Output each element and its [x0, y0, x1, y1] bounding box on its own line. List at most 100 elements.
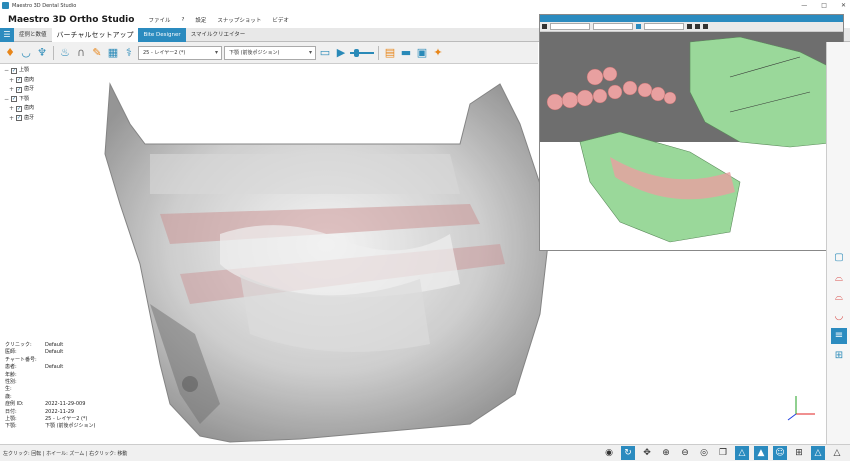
overlay-title-bar[interactable] [540, 15, 843, 22]
tree-item-lower-teeth[interactable]: + ✓ 歯牙 [4, 114, 34, 124]
arch-icon[interactable]: ◡ [19, 46, 33, 60]
copy-icon[interactable]: ❐ [716, 446, 730, 460]
playback-slider[interactable] [350, 48, 374, 57]
tree-label: 下顎 [19, 95, 30, 102]
overlay-tool-icon[interactable] [695, 24, 700, 29]
eye-icon[interactable]: ◉ [602, 446, 616, 460]
tree-item-lower-gum[interactable]: + ✓ 歯肉 [4, 104, 34, 114]
zoom-in-icon[interactable]: ⊕ [659, 446, 673, 460]
tab-virtual-setup[interactable]: バーチャルセットアップ [51, 27, 139, 42]
gum-icon[interactable]: ♨ [58, 46, 72, 60]
curve-icon[interactable]: ∩ [74, 46, 88, 60]
info-value: 2022-11-29-009 [45, 401, 86, 408]
maximize-icon[interactable]: □ [821, 0, 827, 11]
tab-bite-designer[interactable]: Bite Designer [138, 27, 186, 42]
tree-label: 歯肉 [24, 76, 35, 83]
menu-file[interactable]: ファイル [148, 16, 170, 24]
info-label: 日付: [5, 408, 17, 415]
checkbox[interactable]: ✓ [16, 86, 22, 93]
checkbox[interactable]: ✓ [11, 96, 17, 103]
tree-item-upper-gum[interactable]: + ✓ 歯肉 [4, 76, 34, 86]
view-tool-icon[interactable]: ▢ [831, 250, 847, 266]
grid-view-icon[interactable]: ⊞ [831, 348, 847, 364]
menu-help[interactable]: ? [181, 17, 184, 23]
tab-smile-creator[interactable]: スマイルクリエイター [186, 28, 251, 42]
info-label: 下顎: [5, 423, 17, 430]
layers-icon[interactable]: ▣ [415, 46, 429, 60]
info-label: 年齢: [5, 371, 17, 378]
minimize-icon[interactable]: — [801, 0, 807, 11]
pdf-icon[interactable]: ▤ [383, 46, 397, 60]
info-value: 下顎 (前後ポジション) [45, 423, 96, 430]
app-icon [2, 2, 9, 9]
hamburger-menu-icon[interactable]: ☰ [0, 27, 14, 42]
tree-item-upper[interactable]: − ✓ 上顎 [4, 66, 34, 76]
monitor-icon[interactable]: ▬ [399, 46, 413, 60]
grid-icon[interactable]: ▦ [106, 46, 120, 60]
app-brand: Maestro 3D Ortho Studio [8, 14, 135, 25]
axis-gizmo [787, 396, 815, 421]
window-title: Maestro 3D Dental Studio [12, 2, 77, 9]
info-label: 医師: [5, 349, 17, 356]
overlay-tool-icon[interactable] [687, 24, 692, 29]
expand-icon[interactable]: + [9, 76, 14, 86]
upper-jaw-icon[interactable]: ⌓ [831, 271, 847, 287]
grid-toggle-icon[interactable]: ⊞ [792, 446, 806, 460]
collapse-icon[interactable]: − [4, 95, 9, 105]
tree-label: 上顎 [19, 67, 30, 73]
pencil-icon[interactable]: ✎ [90, 46, 104, 60]
info-value: Default [45, 342, 64, 348]
info-label: 症例 ID: [5, 401, 24, 408]
view-profile-icon[interactable]: ☺ [773, 446, 787, 460]
overlay-select[interactable] [550, 23, 590, 30]
collapse-icon[interactable]: − [4, 66, 9, 76]
arch-view-icon[interactable]: ◡ [831, 309, 847, 325]
view-top-icon[interactable]: △ [811, 446, 825, 460]
overlay-select[interactable] [593, 23, 633, 30]
checkbox[interactable]: ✓ [16, 77, 22, 84]
expand-icon[interactable]: + [9, 114, 14, 124]
layer-select[interactable]: 25 - レイヤー2 (*) [138, 45, 222, 60]
menu-snapshot[interactable]: スナップショット [217, 16, 261, 24]
tree-label: 歯肉 [24, 105, 35, 111]
play-icon[interactable]: ▶ [334, 46, 348, 60]
checkbox[interactable]: ✓ [16, 115, 22, 122]
overlay-tool-icon[interactable] [703, 24, 708, 29]
menu-video[interactable]: ビデオ [272, 16, 289, 24]
tree-item-upper-teeth[interactable]: + ✓ 歯牙 [4, 85, 34, 95]
status-bar: 左クリック: 回転 | ホイール: ズーム | 右クリック: 移動 ◉ ↻ ✥ … [0, 444, 850, 461]
menu-settings[interactable]: 設定 [195, 16, 206, 24]
occlusion-view-icon[interactable]: ≡ [831, 328, 847, 344]
expand-icon[interactable]: + [9, 104, 14, 114]
screen-icon[interactable]: ▭ [318, 46, 332, 60]
info-label: 患者: [5, 364, 17, 371]
tree-item-lower[interactable]: − ✓ 下顎 [4, 95, 34, 105]
checkbox[interactable]: ✓ [16, 105, 22, 112]
pan-icon[interactable]: ✥ [640, 446, 654, 460]
close-icon[interactable]: ✕ [841, 0, 846, 11]
settings-icon[interactable]: ✦ [431, 46, 445, 60]
rotate-icon[interactable]: ↻ [621, 446, 635, 460]
overlay-tool-icon[interactable] [636, 24, 641, 29]
warning-icon[interactable]: △ [830, 446, 844, 460]
overlay-select[interactable] [644, 23, 684, 30]
zoom-out-icon[interactable]: ⊖ [678, 446, 692, 460]
expand-icon[interactable]: + [9, 85, 14, 95]
lower-jaw-icon[interactable]: ⌓ [831, 290, 847, 306]
checkbox[interactable]: ✓ [11, 67, 17, 74]
view-side-icon[interactable]: ▲ [754, 446, 768, 460]
position-select[interactable]: 下顎 (前後ポジション) [224, 45, 316, 60]
object-tree: − ✓ 上顎 + ✓ 歯肉 + ✓ 歯牙 − ✓ 下顎 + ✓ 歯肉 + ✓ 歯牙 [4, 66, 34, 123]
overlay-window[interactable] [539, 14, 844, 251]
tab-case-data[interactable]: 症例と数値 [14, 28, 52, 42]
view-front-icon[interactable]: △ [735, 446, 749, 460]
target-icon[interactable]: ◎ [697, 446, 711, 460]
bone-icon[interactable]: ⚕ [122, 46, 136, 60]
molar-icon[interactable]: ♆ [35, 46, 49, 60]
tree-label: 歯牙 [24, 114, 35, 121]
status-hint: 左クリック: 回転 | ホイール: ズーム | 右クリック: 移動 [3, 450, 128, 457]
overlay-tool-icon[interactable] [542, 24, 547, 29]
tooth-icon[interactable]: ♦ [3, 46, 17, 60]
toolbar-divider [378, 45, 379, 60]
info-label: 生: [5, 386, 12, 393]
